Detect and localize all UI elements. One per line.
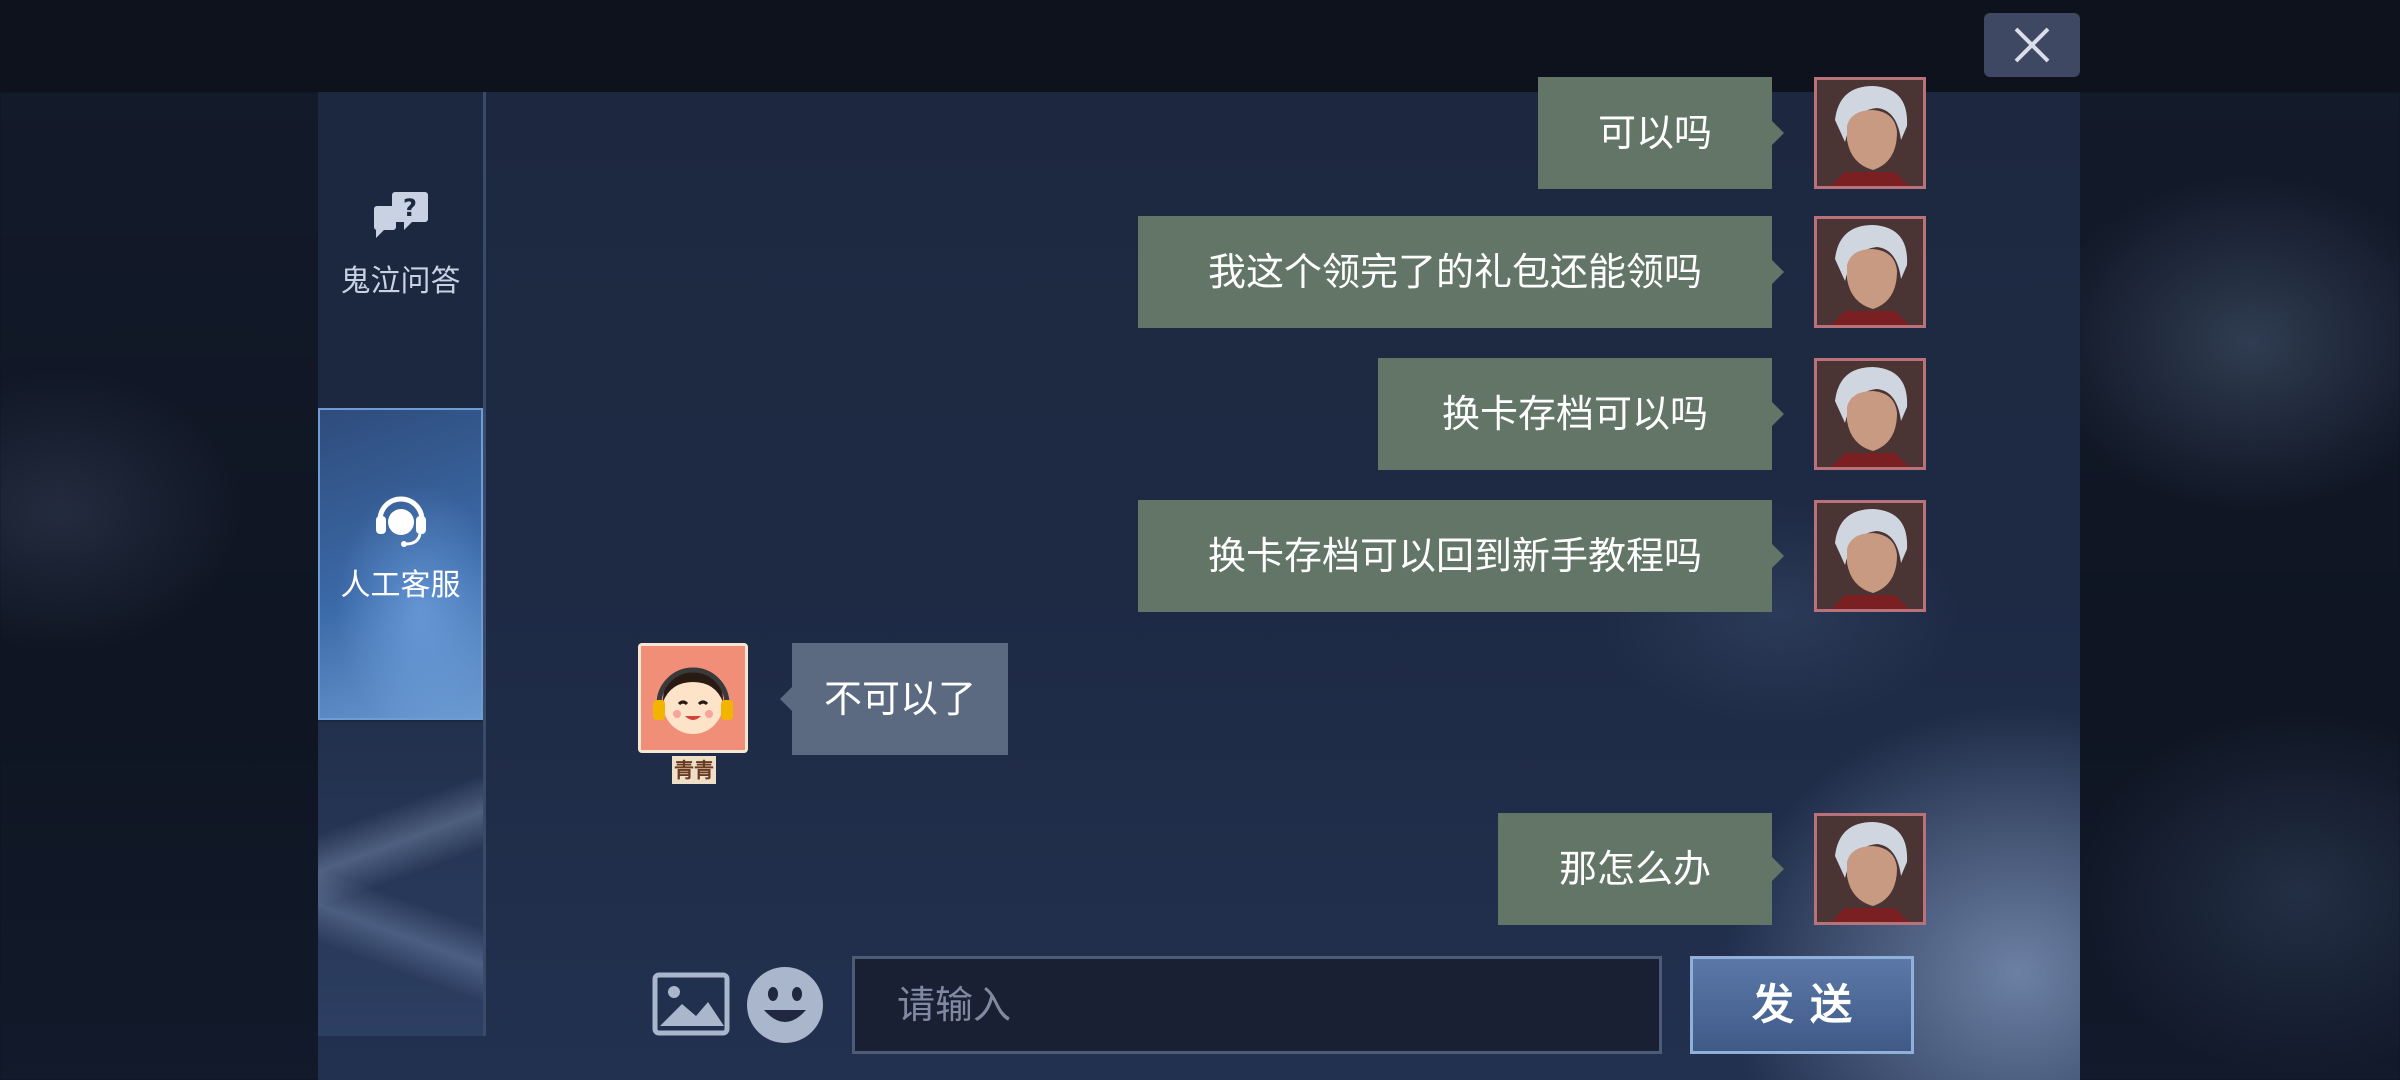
svg-text:?: ? [403,194,417,222]
image-icon [652,972,730,1036]
chat-bubble-agent: 不可以了 [780,643,1008,755]
send-button[interactable]: 发送 [1690,956,1914,1054]
chat-bubble-user: 那怎么办 [1498,813,1784,925]
agent-avatar [638,643,748,753]
sidebar-item-customer-service[interactable]: 人工客服 [318,408,483,720]
avatar [1814,500,1926,612]
agent-name: 青青 [672,756,716,784]
sidebar-item-label: 鬼泣问答 [340,264,461,299]
chat-bubble-user: 换卡存档可以吗 [1378,358,1784,470]
emoji-button[interactable] [744,964,826,1046]
avatar [1814,358,1926,470]
emoji-icon [747,967,823,1043]
sidebar: ? 鬼泣问答 人工客服 [318,92,486,1036]
chat-bubble-user: 我这个领完了的礼包还能领吗 [1138,216,1784,328]
avatar [1814,216,1926,328]
chat-bubble-user: 可以吗 [1538,77,1784,189]
sidebar-item-label: 人工客服 [340,568,461,603]
message-input[interactable] [852,956,1662,1054]
sidebar-decoration [318,722,483,1036]
avatar [1814,813,1926,925]
chat-bubble-user: 换卡存档可以回到新手教程吗 [1138,500,1784,612]
avatar [1814,77,1926,189]
question-bubbles-icon: ? [373,192,428,238]
image-button[interactable] [652,972,730,1036]
sidebar-item-faq[interactable]: ? 鬼泣问答 [318,190,483,310]
headset-support-icon [375,496,426,547]
close-button[interactable] [1984,13,2080,77]
close-icon [2014,27,2050,63]
